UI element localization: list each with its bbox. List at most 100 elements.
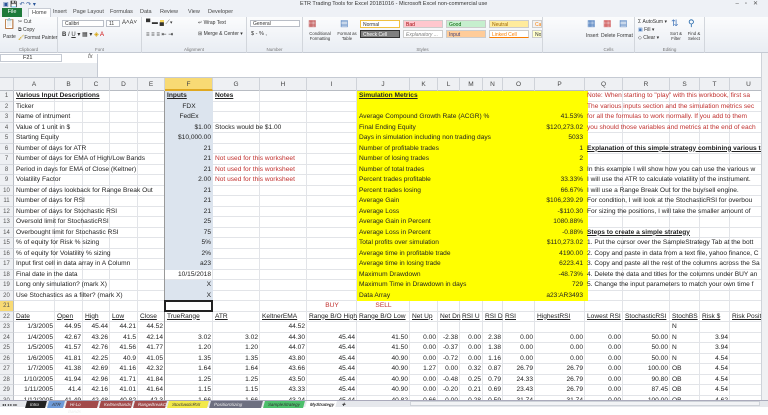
cell-K22[interactable]: Net Up <box>410 312 435 323</box>
row-header-8[interactable]: 8 <box>0 164 14 175</box>
align-top-buttons[interactable]: ▀ ▬ ▄ ⟋▾ <box>146 20 173 27</box>
cell-Q10[interactable]: I will use a Range Break Out for the buy… <box>585 186 741 197</box>
cell-F24[interactable]: 3.02 <box>165 333 213 344</box>
cell-A22[interactable]: Date <box>14 312 32 323</box>
cell-F14[interactable]: 75 <box>165 228 213 239</box>
row-header-6[interactable]: 6 <box>0 143 14 154</box>
row-header-24[interactable]: 24 <box>0 332 14 343</box>
cell-A7[interactable]: Number of days for EMA of High/Low Bands <box>14 154 147 165</box>
cell-D27[interactable]: 41.16 <box>110 364 138 375</box>
cell-R25[interactable]: 50.00 <box>623 343 670 354</box>
cell-P18[interactable]: -48.73% <box>535 270 585 281</box>
cell-Q9[interactable]: I will use the ATR to calculate volatili… <box>585 175 753 186</box>
cell-P10[interactable]: 66.67% <box>535 186 585 197</box>
cell-M25[interactable]: 0.00 <box>460 343 483 354</box>
cell-M29[interactable]: 0.21 <box>460 385 483 396</box>
cell-C28[interactable]: 42.96 <box>83 375 110 386</box>
cell-J22[interactable]: Range B/O Low <box>357 312 408 323</box>
window-controls[interactable]: –▫✕ <box>736 0 765 7</box>
cell-Q15[interactable]: 1. Put the cursor over the SampleStrateg… <box>585 238 755 249</box>
cell-H25[interactable]: 44.07 <box>260 343 307 354</box>
cell-A8[interactable]: Period in days for EMA of Close (Keltner… <box>14 165 138 176</box>
cell-Q4[interactable]: you should those variables and metrics a… <box>585 123 758 134</box>
cell-I21[interactable]: BUY <box>307 301 357 312</box>
cell-A20[interactable]: Use Stochastics as a filter? (mark X) <box>14 291 125 302</box>
style-bad[interactable]: Bad <box>403 20 443 28</box>
cell-J15[interactable]: Total profits over simulation <box>357 238 441 249</box>
insert-cells-button[interactable]: Insert <box>586 33 599 39</box>
cell-L22[interactable]: Net Dn <box>438 312 463 323</box>
cell-P25[interactable]: 0.00 <box>535 343 585 354</box>
cell-I24[interactable]: 45.44 <box>307 333 357 344</box>
cell-A3[interactable]: Name of intrument <box>14 112 72 123</box>
cell-A4[interactable]: Value of 1 unit in $ <box>14 123 72 134</box>
cell-G1[interactable]: Notes <box>213 91 235 102</box>
copy-button[interactable]: ⧉ Copy <box>18 27 35 33</box>
cell-O27[interactable]: 26.79 <box>503 364 535 375</box>
cell-Q18[interactable]: 4. Delete the data and titles for the co… <box>585 270 759 281</box>
cell-J12[interactable]: Average Loss <box>357 207 401 218</box>
conditional-formatting-button[interactable]: Conditional Formatting <box>306 31 334 41</box>
cell-J16[interactable]: Average time in profitable trade <box>357 249 453 260</box>
cell-A16[interactable]: % of equity for Volatility % sizing <box>14 249 113 260</box>
cell-S23[interactable]: N <box>670 322 679 333</box>
row-header-26[interactable]: 26 <box>0 353 14 364</box>
cell-S22[interactable]: StochBS <box>670 312 700 323</box>
cell-D29[interactable]: 41.01 <box>110 385 138 396</box>
cell-P24[interactable]: 0.00 <box>535 333 585 344</box>
cell-S28[interactable]: OB <box>670 375 684 386</box>
cell-H29[interactable]: 43.33 <box>260 385 307 396</box>
cell-I28[interactable]: 45.44 <box>307 375 357 386</box>
cell-J13[interactable]: Average Gain in Percent <box>357 217 433 228</box>
cell-F8[interactable]: 21 <box>165 165 213 176</box>
style-calculation[interactable]: Calculation <box>532 20 542 28</box>
row-header-15[interactable]: 15 <box>0 238 14 249</box>
cell-T28[interactable]: 4.54 <box>700 375 730 386</box>
tab-view[interactable]: View <box>188 9 200 15</box>
cell-P5[interactable]: 5033 <box>535 133 585 144</box>
cell-D28[interactable]: 41.71 <box>110 375 138 386</box>
merge-center-button[interactable]: ⊞ Merge & Center ▾ <box>198 31 243 37</box>
cell-S29[interactable]: OB <box>670 385 684 396</box>
column-header-K[interactable]: K <box>410 78 438 91</box>
cell-P15[interactable]: $110,273.02 <box>535 238 585 249</box>
cell-N22[interactable]: RSI D <box>483 312 505 323</box>
paste-button[interactable]: Paste <box>3 34 16 40</box>
column-header-H[interactable]: H <box>260 78 307 91</box>
style-check-cell[interactable]: Check Cell <box>360 30 400 38</box>
cell-Q28[interactable]: 0.00 <box>585 375 623 386</box>
cell-A19[interactable]: Long only simulation? (mark X) <box>14 280 109 291</box>
select-all-corner[interactable] <box>0 78 14 91</box>
cell-Q19[interactable]: 5. Change the input parameters to match … <box>585 280 755 291</box>
cell-L27[interactable]: 0.00 <box>438 364 460 375</box>
cell-F29[interactable]: 1.15 <box>165 385 213 396</box>
cell-A11[interactable]: Number of days for RSI <box>14 196 87 207</box>
cell-A6[interactable]: Number of days for ATR <box>14 144 88 155</box>
cell-L28[interactable]: -0.48 <box>438 375 460 386</box>
cell-J20[interactable]: Data Array <box>357 291 392 302</box>
cell-G4[interactable]: Stocks would be $1.00 <box>213 123 283 134</box>
cell-Q6[interactable]: Explanation of this simple strategy comb… <box>585 144 766 155</box>
cell-N24[interactable]: 2.38 <box>483 333 503 344</box>
cell-R28[interactable]: 90.80 <box>623 375 670 386</box>
cell-C26[interactable]: 42.25 <box>83 354 110 365</box>
delete-cells-button[interactable]: Delete <box>601 33 615 39</box>
cell-J25[interactable]: 41.50 <box>357 343 410 354</box>
column-header-J[interactable]: J <box>357 78 410 91</box>
cell-Q2[interactable]: The various inputs section and the simul… <box>585 102 756 113</box>
cell-A24[interactable]: 1/4/2005 <box>14 333 55 344</box>
fx-icon[interactable]: fx <box>88 54 93 60</box>
cell-A9[interactable]: Volatility Factor <box>14 175 63 186</box>
style-explanatory[interactable]: Explanatory ... <box>403 30 443 38</box>
cell-C24[interactable]: 43.26 <box>83 333 110 344</box>
cell-P12[interactable]: -$110.30 <box>535 207 585 218</box>
cell-D23[interactable]: 44.21 <box>110 322 138 333</box>
cell-Q25[interactable]: 0.00 <box>585 343 623 354</box>
cell-O28[interactable]: 24.33 <box>503 375 535 386</box>
row-header-10[interactable]: 10 <box>0 185 14 196</box>
cell-K25[interactable]: 0.00 <box>410 343 438 354</box>
cell-N25[interactable]: 1.38 <box>483 343 503 354</box>
cell-B26[interactable]: 41.81 <box>55 354 83 365</box>
style-note[interactable]: Note <box>532 30 542 38</box>
cell-I27[interactable]: 45.44 <box>307 364 357 375</box>
